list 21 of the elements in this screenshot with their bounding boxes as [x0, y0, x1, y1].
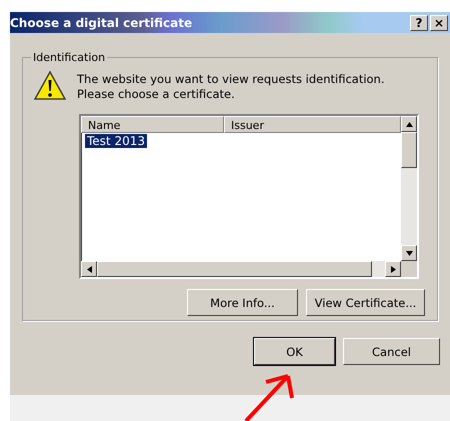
- window-title: Choose a digital certificate: [10, 16, 192, 30]
- right-arrow-icon: [390, 266, 396, 272]
- group-label: Identification: [32, 51, 106, 64]
- left-arrow-icon: [86, 266, 92, 272]
- down-arrow-icon: [406, 250, 412, 256]
- message-text: The website you want to view requests identification. Please choose a certificate.: [77, 71, 385, 102]
- close-button[interactable]: ×: [430, 14, 448, 30]
- up-arrow-icon: [406, 122, 412, 126]
- vertical-scrollbar[interactable]: [401, 116, 417, 261]
- view-certificate-button[interactable]: View Certificate...: [306, 289, 425, 316]
- warning-icon: [33, 70, 67, 102]
- column-header[interactable]: Name: [81, 116, 224, 133]
- cancel-button[interactable]: Cancel: [343, 338, 440, 365]
- certificate-list[interactable]: Name Issuer Test 2013: [79, 114, 419, 279]
- more-info-button[interactable]: More Info...: [187, 289, 298, 316]
- list-row[interactable]: Test 2013: [85, 134, 147, 148]
- column-header[interactable]: Issuer: [224, 116, 401, 133]
- ok-button[interactable]: OK: [254, 338, 335, 365]
- horizontal-scrollbar[interactable]: [81, 261, 401, 277]
- scrollbar-corner: [401, 261, 417, 277]
- help-button[interactable]: ?: [410, 14, 428, 30]
